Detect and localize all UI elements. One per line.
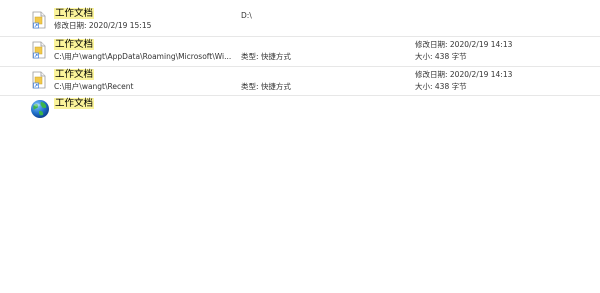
result-name: 工作文档 bbox=[54, 69, 95, 80]
result-size: 大小: 438 字节 bbox=[415, 82, 467, 91]
result-modified-date: 修改日期: 2020/2/19 14:13 bbox=[415, 40, 513, 49]
result-item[interactable]: 工作文档 C:\用户\wangt\AppData\Roaming\Microso… bbox=[0, 36, 600, 65]
search-results-list: 工作文档 修改日期: 2020/2/19 15:15 D:\ 工作文档 C:\用… bbox=[0, 0, 600, 293]
result-item[interactable]: 工作文档 bbox=[0, 96, 600, 124]
result-name: 工作文档 bbox=[54, 39, 95, 50]
result-name: 工作文档 bbox=[54, 8, 95, 19]
result-size: 大小: 438 字节 bbox=[415, 52, 467, 61]
result-item[interactable]: 工作文档 C:\用户\wangt\Recent 类型: 快捷方式 修改日期: 2… bbox=[0, 66, 600, 95]
result-location: D:\ bbox=[241, 11, 252, 20]
result-modified-date: 修改日期: 2020/2/19 14:13 bbox=[415, 70, 513, 79]
result-name: 工作文档 bbox=[54, 98, 95, 109]
result-modified-date: 修改日期: 2020/2/19 15:15 bbox=[54, 21, 152, 30]
result-item[interactable]: 工作文档 修改日期: 2020/2/19 15:15 D:\ bbox=[0, 6, 600, 34]
result-type: 类型: 快捷方式 bbox=[241, 82, 291, 91]
shortcut-document-icon bbox=[32, 71, 46, 89]
globe-icon bbox=[31, 100, 49, 118]
result-path: C:\用户\wangt\AppData\Roaming\Microsoft\Wi… bbox=[54, 52, 232, 61]
shortcut-document-icon bbox=[32, 41, 46, 59]
result-path: C:\用户\wangt\Recent bbox=[54, 82, 134, 91]
result-type: 类型: 快捷方式 bbox=[241, 52, 291, 61]
shortcut-document-icon bbox=[32, 11, 46, 29]
